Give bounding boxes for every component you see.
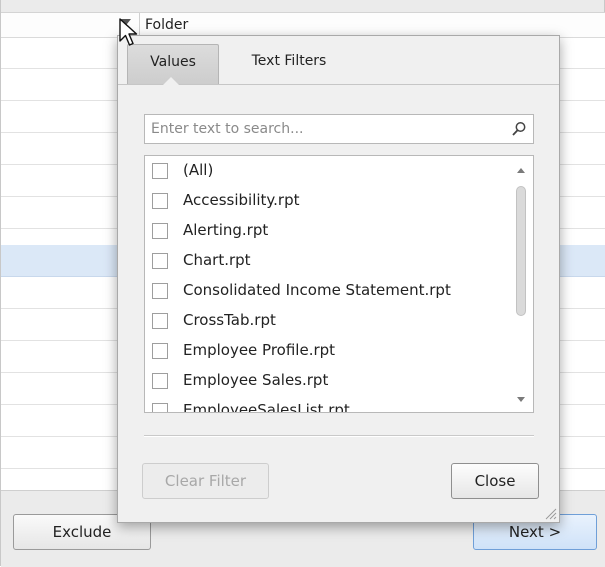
checkbox[interactable] [152,283,168,299]
list-item[interactable]: Consolidated Income Statement.rpt [145,276,509,306]
tab-text-filters[interactable]: Text Filters [228,44,350,84]
list-scrollbar[interactable] [509,156,533,412]
search-box [144,114,534,144]
active-tab-pointer [163,77,179,85]
list-item-label: Employee Profile.rpt [183,341,336,359]
list-item-label: Chart.rpt [183,251,251,269]
list-item[interactable]: CrossTab.rpt [145,306,509,336]
checkbox[interactable] [152,403,168,412]
list-item[interactable]: (All) [145,156,509,186]
filter-tabs: Values Text Filters [118,36,559,85]
list-item[interactable]: Chart.rpt [145,246,509,276]
list-item-label: EmployeeSalesList.rpt [183,401,350,413]
list-item-label: (All) [183,161,214,179]
list-item-label: CrossTab.rpt [183,311,276,329]
list-item[interactable]: Accessibility.rpt [145,186,509,216]
resize-grip-icon[interactable] [543,506,557,520]
clear-filter-button[interactable]: Clear Filter [142,463,269,499]
value-list: (All) Accessibility.rpt Alerting.rpt Cha… [144,155,534,413]
search-icon[interactable] [511,121,527,137]
list-item-label: Alerting.rpt [183,221,269,239]
checkbox[interactable] [152,163,168,179]
list-item-label: Accessibility.rpt [183,191,300,209]
close-button[interactable]: Close [451,463,539,499]
checkbox[interactable] [152,253,168,269]
list-item[interactable]: Alerting.rpt [145,216,509,246]
filter-popup: Values Text Filters (All) Accessibility.… [117,35,560,523]
divider [144,435,534,436]
scroll-up-arrow-icon[interactable] [517,168,525,173]
scroll-down-arrow-icon[interactable] [517,397,525,402]
checkbox[interactable] [152,373,168,389]
list-item-label: Employee Sales.rpt [183,371,329,389]
list-item[interactable]: Employee Profile.rpt [145,336,509,366]
folder-column-header[interactable]: Folder [145,17,188,33]
list-item[interactable]: EmployeeSalesList.rpt [145,396,509,413]
mouse-cursor-icon [119,18,138,46]
list-item-label: Consolidated Income Statement.rpt [183,281,451,299]
scroll-thumb[interactable] [516,186,526,316]
checkbox[interactable] [152,313,168,329]
checkbox[interactable] [152,193,168,209]
list-item[interactable]: Employee Sales.rpt [145,366,509,396]
checkbox[interactable] [152,343,168,359]
checkbox[interactable] [152,223,168,239]
search-input[interactable] [145,115,505,143]
